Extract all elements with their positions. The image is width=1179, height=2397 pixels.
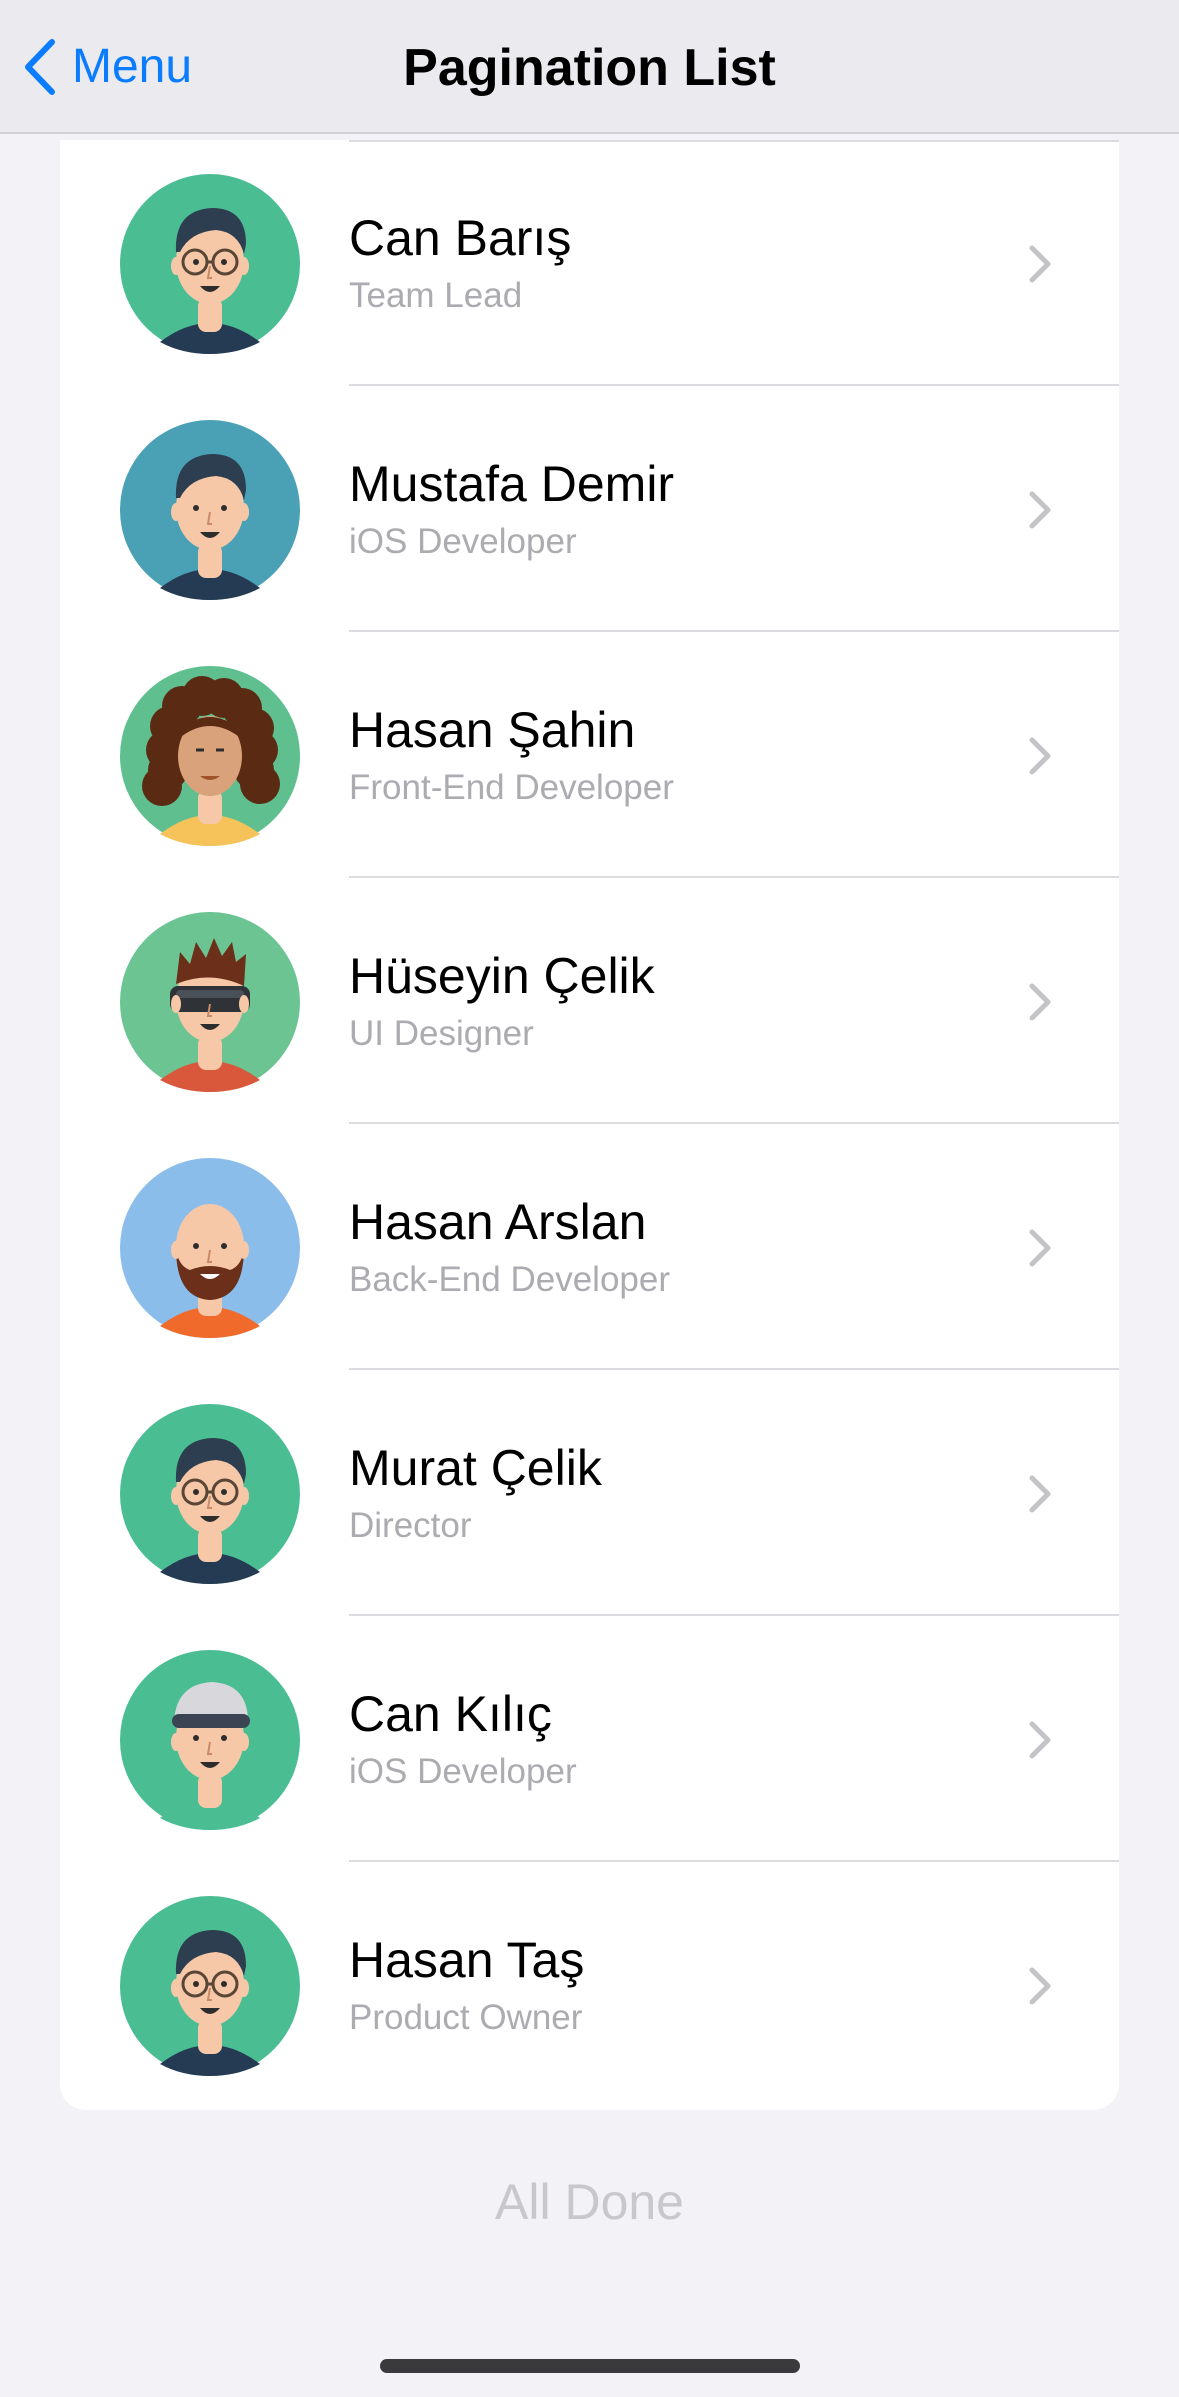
screen: Menu Pagination List Can Barış Team Lead M… xyxy=(0,0,1179,2397)
chevron-right-icon xyxy=(1027,1228,1053,1268)
chevron-right-icon xyxy=(1027,1474,1053,1514)
chevron-right-icon xyxy=(1027,244,1053,284)
avatar xyxy=(120,912,300,1092)
person-role: iOS Developer xyxy=(349,522,577,561)
list-item[interactable]: Hasan Şahin Front-End Developer xyxy=(60,632,1119,878)
person-role: Front-End Developer xyxy=(349,768,674,807)
list-item[interactable]: Hüseyin Çelik UI Designer xyxy=(60,878,1119,1124)
list-item[interactable]: Murat Çelik Director xyxy=(60,1370,1119,1616)
person-role: Director xyxy=(349,1506,472,1545)
person-name: Hüseyin Çelik xyxy=(349,948,655,1004)
chevron-right-icon xyxy=(1027,1966,1053,2006)
list-item[interactable]: Can Kılıç iOS Developer xyxy=(60,1616,1119,1862)
list-item[interactable]: Hasan Taş Product Owner xyxy=(60,1862,1119,2108)
chevron-right-icon xyxy=(1027,982,1053,1022)
list-item[interactable]: Can Barış Team Lead xyxy=(60,140,1119,386)
avatar xyxy=(120,1404,300,1584)
avatar xyxy=(120,666,300,846)
chevron-right-icon xyxy=(1027,490,1053,530)
list-item[interactable]: Mustafa Demir iOS Developer xyxy=(60,386,1119,632)
person-name: Hasan Arslan xyxy=(349,1194,647,1250)
chevron-right-icon xyxy=(1027,1720,1053,1760)
avatar xyxy=(120,420,300,600)
navigation-bar: Menu Pagination List xyxy=(0,0,1179,134)
person-role: Team Lead xyxy=(349,276,523,315)
row-separator xyxy=(349,140,1119,142)
person-name: Murat Çelik xyxy=(349,1440,602,1496)
chevron-right-icon xyxy=(1027,736,1053,776)
people-list: Can Barış Team Lead Mustafa Demir iOS Devel… xyxy=(60,140,1119,2110)
home-indicator[interactable] xyxy=(380,2359,800,2373)
person-name: Can Kılıç xyxy=(349,1686,552,1742)
avatar xyxy=(120,1158,300,1338)
avatar xyxy=(120,174,300,354)
person-role: Product Owner xyxy=(349,1998,583,2037)
person-role: UI Designer xyxy=(349,1014,534,1053)
person-role: iOS Developer xyxy=(349,1752,577,1791)
list-end-status: All Done xyxy=(495,2174,684,2230)
avatar xyxy=(120,1650,300,1830)
person-name: Mustafa Demir xyxy=(349,456,675,512)
person-role: Back-End Developer xyxy=(349,1260,670,1299)
person-name: Can Barış xyxy=(349,210,572,266)
list-item[interactable]: Hasan Arslan Back-End Developer xyxy=(60,1124,1119,1370)
page-title: Pagination List xyxy=(403,39,776,97)
person-name: Hasan Şahin xyxy=(349,702,636,758)
avatar xyxy=(120,1896,300,2076)
person-name: Hasan Taş xyxy=(349,1932,585,1988)
